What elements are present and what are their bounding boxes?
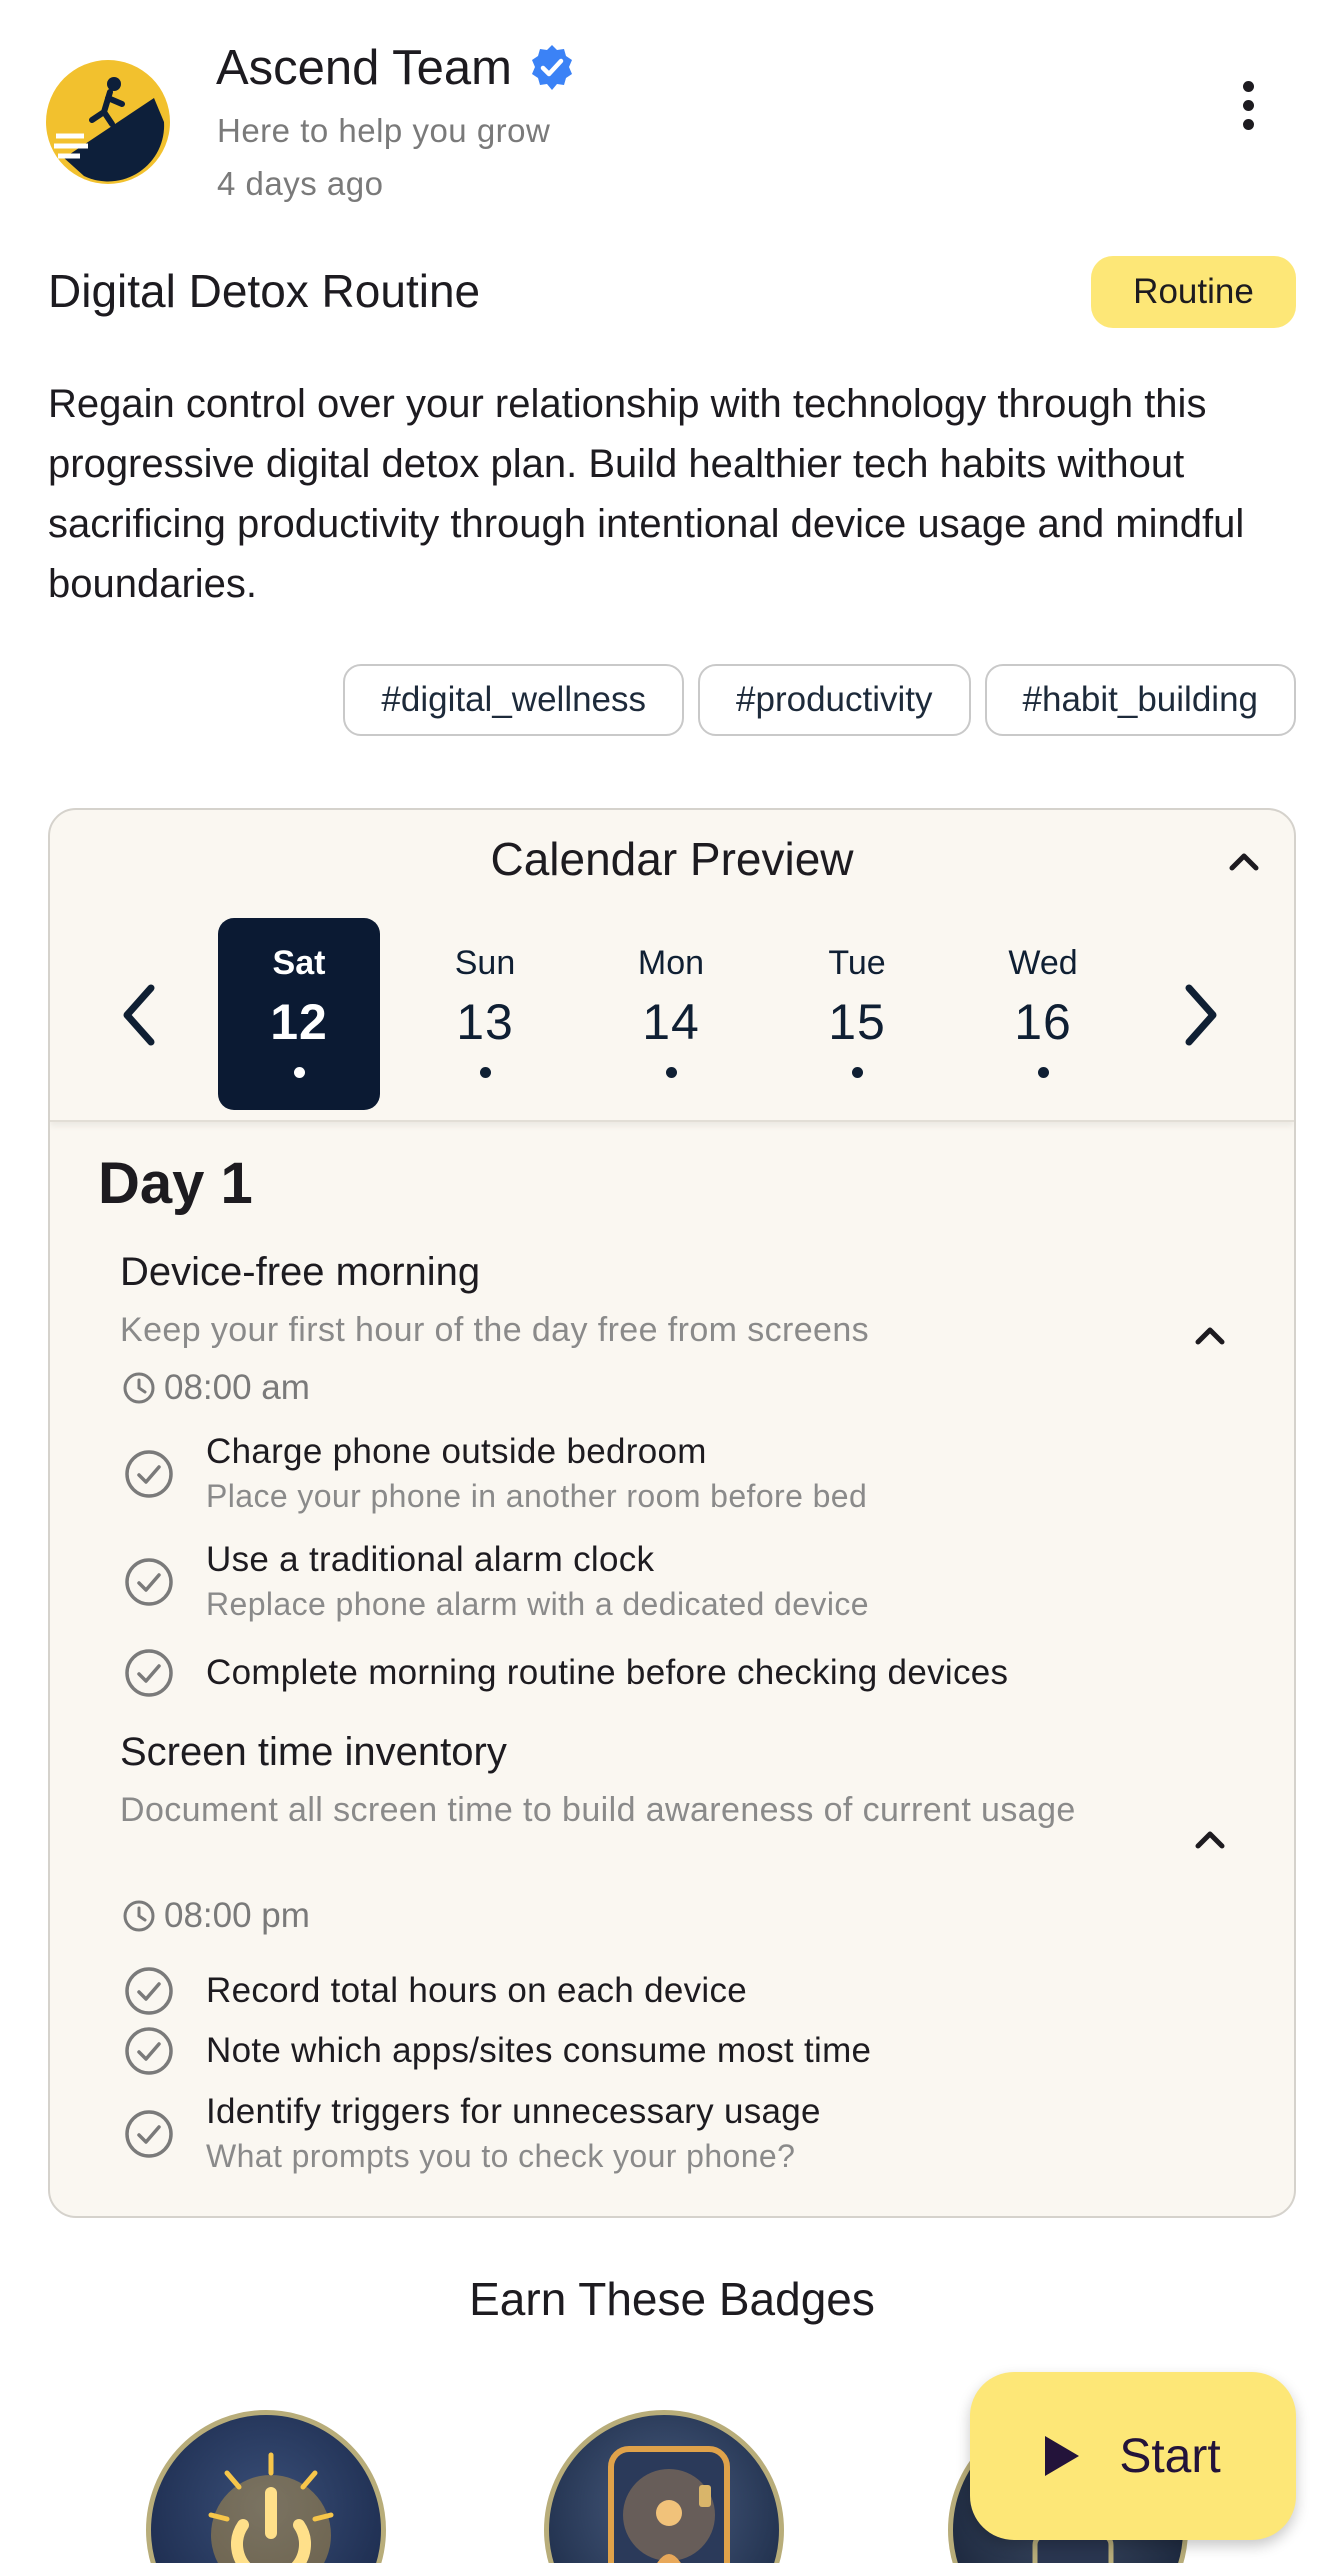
task-text: Use a traditional alarm clock Replace ph…: [206, 1540, 869, 1623]
task-item: Use a traditional alarm clock Replace ph…: [122, 1540, 869, 1623]
event-time: 08:00 am: [120, 1368, 310, 1408]
task-item: Identify triggers for unnecessary usage …: [122, 2092, 821, 2175]
task-text: Record total hours on each device: [206, 1971, 747, 2011]
next-days-button[interactable]: [1160, 960, 1240, 1070]
badges-section-title: Earn These Badges: [469, 2273, 875, 2325]
task-label: Identify triggers for unnecessary usage: [206, 2092, 821, 2131]
tag-chip[interactable]: #digital_wellness: [343, 664, 685, 736]
task-text: Complete morning routine before checking…: [206, 1653, 1008, 1693]
power-glow-badge-icon[interactable]: [146, 2410, 386, 2563]
event-dot: [665, 1067, 677, 1078]
task-item: Charge phone outside bedroom Place your …: [122, 1432, 867, 1515]
event-title: Screen time inventory: [120, 1730, 507, 1774]
chevron-left-icon: [123, 984, 155, 1046]
day-number: 14: [642, 994, 700, 1050]
task-item: Record total hours on each device: [122, 1964, 747, 2018]
event-time-label: 08:00 pm: [164, 1896, 310, 1935]
event-dot: [1037, 1067, 1049, 1078]
task-subtitle: What prompts you to check your phone?: [206, 2138, 796, 2174]
day-name: Mon: [637, 944, 705, 982]
chevron-up-icon[interactable]: [1180, 1810, 1240, 1870]
meditating-figure-phone-badge-icon[interactable]: [544, 2410, 784, 2563]
day-number: 15: [828, 994, 886, 1050]
calendar-preview-card: Calendar Preview Sat 12 Sun 13 Mon 14 Tu…: [48, 808, 1296, 2218]
posted-time: 4 days ago: [217, 165, 384, 202]
day-name: Sat: [272, 944, 326, 982]
post-header: Ascend Team Here to help you grow 4 days…: [0, 0, 1344, 230]
calendar-day[interactable]: Mon 14: [590, 918, 752, 1110]
calendar-title: Calendar Preview: [490, 833, 854, 885]
task-label: Note which apps/sites consume most time: [206, 2031, 872, 2070]
play-icon: [1045, 2436, 1080, 2476]
day-name: Tue: [828, 944, 886, 982]
clock-icon: [123, 1372, 155, 1404]
task-text: Identify triggers for unnecessary usage …: [206, 2092, 821, 2175]
calendar-day[interactable]: Sat 12: [218, 918, 380, 1110]
event-dot: [479, 1067, 491, 1078]
start-button-label: Start: [1119, 2429, 1221, 2483]
calendar-day[interactable]: Wed 16: [962, 918, 1124, 1110]
task-label: Record total hours on each device: [206, 1971, 748, 2010]
previous-days-button[interactable]: [100, 960, 180, 1070]
author-name-row[interactable]: Ascend Team: [216, 40, 578, 96]
event-time-label: 08:00 am: [164, 1368, 310, 1407]
task-item: Note which apps/sites consume most time: [122, 2024, 871, 2078]
check-circle-icon[interactable]: [122, 1646, 176, 1700]
task-label: Charge phone outside bedroom: [206, 1432, 707, 1471]
task-label: Use a traditional alarm clock: [206, 1540, 655, 1579]
event-subtitle: Keep your first hour of the day free fro…: [120, 1311, 870, 1349]
task-item: Complete morning routine before checking…: [122, 1646, 1008, 1700]
tag-list: #digital_wellness #productivity #habit_b…: [343, 664, 1296, 736]
day-number: 16: [1014, 994, 1072, 1050]
ascend-logo-icon[interactable]: [44, 58, 172, 186]
check-circle-icon[interactable]: [122, 1555, 176, 1609]
check-circle-icon[interactable]: [122, 1447, 176, 1501]
routine-description: Regain control over your relationship wi…: [48, 382, 1245, 606]
more-options-button[interactable]: [1220, 70, 1276, 140]
routine-type-chip: Routine: [1091, 256, 1296, 328]
day-number: 13: [456, 994, 514, 1050]
task-subtitle: Replace phone alarm with a dedicated dev…: [206, 1586, 869, 1622]
event-dot: [293, 1067, 305, 1078]
task-subtitle: Place your phone in another room before …: [206, 1478, 868, 1514]
day-title: Day 1: [98, 1151, 253, 1216]
task-label: Complete morning routine before checking…: [206, 1653, 1009, 1692]
chevron-right-icon: [1185, 984, 1217, 1046]
check-circle-icon[interactable]: [122, 2107, 176, 2161]
check-circle-icon[interactable]: [122, 1964, 176, 2018]
day-name: Wed: [1008, 944, 1078, 982]
calendar-header: Calendar Preview Sat 12 Sun 13 Mon 14 Tu…: [50, 810, 1294, 1122]
calendar-day[interactable]: Sun 13: [404, 918, 566, 1110]
author-tagline: Here to help you grow: [217, 112, 551, 149]
event-time: 08:00 pm: [120, 1896, 310, 1936]
task-text: Note which apps/sites consume most time: [206, 2031, 871, 2071]
tag-chip[interactable]: #productivity: [698, 664, 971, 736]
event-dot: [851, 1067, 863, 1078]
day-name: Sun: [454, 944, 516, 982]
calendar-day[interactable]: Tue 15: [776, 918, 938, 1110]
chevron-up-icon[interactable]: [1180, 1306, 1240, 1366]
start-button[interactable]: Start: [970, 2372, 1296, 2540]
routine-title: Digital Detox Routine: [48, 265, 481, 317]
day-number: 12: [270, 994, 328, 1050]
task-text: Charge phone outside bedroom Place your …: [206, 1432, 867, 1515]
verified-badge-icon: [532, 45, 572, 90]
author-name[interactable]: Ascend Team: [216, 40, 512, 96]
check-circle-icon[interactable]: [122, 2024, 176, 2078]
event-title: Device-free morning: [120, 1250, 481, 1294]
clock-icon: [123, 1900, 155, 1932]
event-subtitle: Document all screen time to build awaren…: [120, 1791, 1076, 1829]
tag-chip[interactable]: #habit_building: [984, 664, 1296, 736]
more-vert-icon: [1242, 80, 1254, 92]
chevron-up-icon[interactable]: [1214, 832, 1274, 892]
